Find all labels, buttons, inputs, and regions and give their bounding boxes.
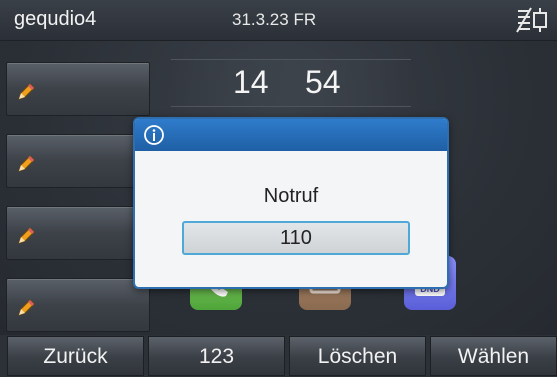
line-key-1[interactable] — [6, 62, 150, 116]
clock: 14 54 — [171, 59, 411, 107]
line-key-3[interactable] — [6, 206, 150, 260]
clock-minutes: 54 — [305, 64, 341, 100]
input-mode-softkey[interactable]: 123 — [148, 336, 285, 376]
dialog-header — [135, 119, 447, 151]
info-icon — [144, 125, 164, 145]
account-name: gequdio4 — [14, 8, 97, 30]
pencil-icon — [18, 155, 35, 172]
pencil-icon — [18, 299, 35, 316]
line-key-2[interactable] — [6, 134, 150, 188]
status-date: 31.3.23 FR — [232, 10, 317, 29]
emergency-number-field[interactable]: 110 — [182, 221, 410, 255]
pencil-icon — [18, 83, 35, 100]
network-disconnected-icon — [516, 7, 547, 33]
emergency-dialog: Notruf 110 — [133, 117, 449, 289]
back-softkey[interactable]: Zurück — [7, 336, 144, 376]
status-bar: gequdio4 31.3.23 FR — [0, 0, 557, 41]
pencil-icon — [18, 227, 35, 244]
line-key-4[interactable] — [6, 278, 150, 332]
delete-softkey[interactable]: Löschen — [289, 336, 426, 376]
clock-hours: 14 — [233, 64, 269, 100]
softkey-bar: Zurück 123 Löschen Wählen — [0, 336, 557, 376]
dial-softkey[interactable]: Wählen — [430, 336, 557, 376]
dialog-title: Notruf — [263, 185, 319, 207]
